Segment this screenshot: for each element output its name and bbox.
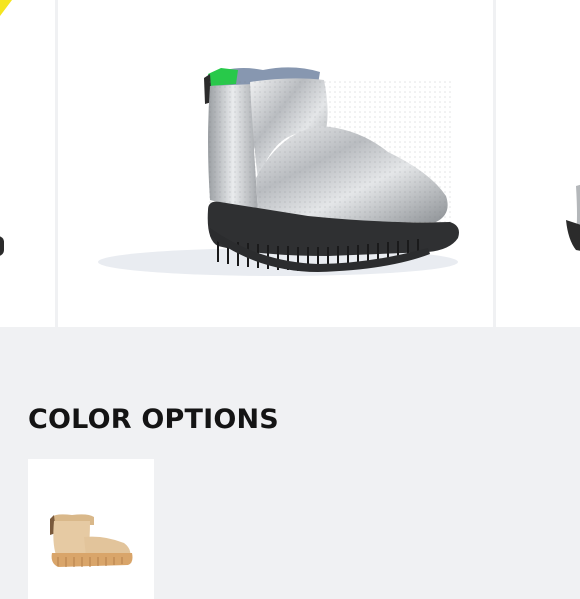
gallery-slide-current[interactable] [58, 0, 493, 327]
badge-corner-icon [0, 0, 12, 16]
tan-boot-thumbnail-icon [50, 514, 133, 567]
color-swatch-tan[interactable] [28, 459, 154, 599]
boot-image-next-icon [566, 184, 580, 251]
silver-metallic-boot-image-icon [98, 67, 459, 276]
product-image-gallery [0, 0, 580, 327]
gallery-slide-previous[interactable] [0, 0, 55, 327]
gallery-slide-next[interactable] [496, 0, 580, 327]
color-options-title: COLOR OPTIONS [28, 404, 279, 435]
boot-image-previous-icon [0, 236, 4, 256]
